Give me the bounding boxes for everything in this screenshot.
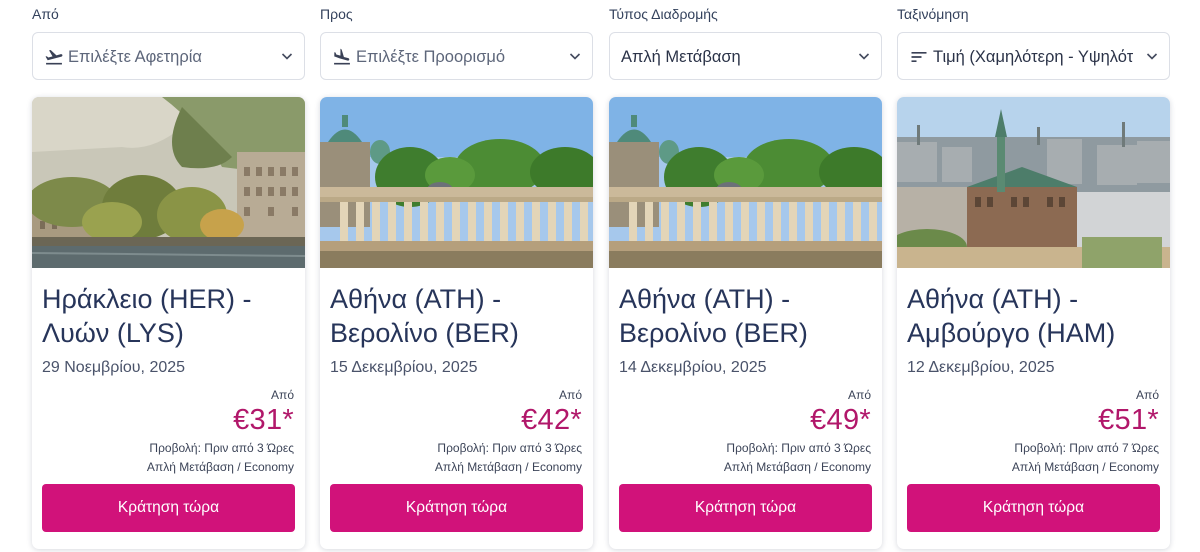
flight-date: 29 Νοεμβρίου, 2025	[42, 359, 186, 376]
route-title: Αθήνα (ATH) - Βερολίνο (BER)	[619, 282, 874, 350]
route-line-1: Ηράκλειο (HER) -	[42, 284, 252, 314]
route-line-2: Βερολίνο (BER)	[330, 318, 519, 348]
trip-info: Απλή Μετάβαση / Economy	[723, 460, 871, 474]
plane-takeoff-icon	[45, 49, 63, 65]
route-line-1: Αθήνα (ATH) -	[619, 284, 791, 314]
route-line-2: Αμβούργο (HAM)	[907, 318, 1116, 348]
origin-label: Από	[32, 6, 59, 22]
origin-select[interactable]: Επιλέξτε Αφετηρία	[32, 32, 305, 80]
route-line-2: Λυών (LYS)	[42, 318, 184, 348]
sort-value: Τιμή (Χαμηλότερη - Υψηλότ	[933, 48, 1133, 66]
plane-landing-icon	[334, 48, 350, 65]
viewed-note: Προβολή: Πριν από 3 Ώρες	[437, 441, 582, 455]
route-title: Αθήνα (ATH) - Αμβούργο (HAM)	[907, 282, 1162, 350]
route-line-1: Αθήνα (ATH) -	[907, 284, 1079, 314]
route-title: Αθήνα (ATH) - Βερολίνο (BER)	[330, 282, 585, 350]
flight-deals-page: Από Επιλέξτε Αφετηρία Προς Επιλέξτε Προο…	[0, 0, 1200, 552]
hamburg-cityscape-image	[897, 97, 1170, 268]
destination-value: Επιλέξτε Προορισμό	[356, 48, 506, 66]
trip-info: Απλή Μετάβαση / Economy	[1011, 460, 1159, 474]
viewed-note: Προβολή: Πριν από 3 Ώρες	[726, 441, 871, 455]
from-label: Από	[1136, 388, 1159, 402]
price: €51*	[1098, 404, 1159, 436]
route-line-1: Αθήνα (ATH) -	[330, 284, 502, 314]
berlin-colonnade-image	[609, 97, 882, 268]
sort-select[interactable]: Τιμή (Χαμηλότερη - Υψηλότ	[897, 32, 1170, 80]
from-label: Από	[559, 388, 582, 402]
flight-date: 14 Δεκεμβρίου, 2025	[619, 359, 767, 376]
chevron-down-icon	[569, 53, 581, 60]
sort-icon	[911, 52, 927, 62]
deal-card[interactable]: Αθήνα (ATH) - Βερολίνο (BER) 15 Δεκεμβρί…	[320, 97, 593, 549]
trip-info: Απλή Μετάβαση / Economy	[146, 460, 294, 474]
book-now-button[interactable]: Κράτηση τώρα	[907, 484, 1160, 532]
trip-info: Απλή Μετάβαση / Economy	[434, 460, 582, 474]
chevron-down-icon	[1146, 53, 1158, 60]
viewed-note: Προβολή: Πριν από 7 Ώρες	[1014, 441, 1159, 455]
chevron-down-icon	[858, 53, 870, 60]
flight-date: 15 Δεκεμβρίου, 2025	[330, 359, 478, 376]
price: €31*	[233, 404, 294, 436]
book-now-button[interactable]: Κράτηση τώρα	[42, 484, 295, 532]
route-line-2: Βερολίνο (BER)	[619, 318, 808, 348]
sort-label: Ταξινόμηση	[897, 6, 969, 22]
trip-type-select[interactable]: Απλή Μετάβαση	[609, 32, 882, 80]
trip-type-value: Απλή Μετάβαση	[621, 48, 741, 66]
book-now-button[interactable]: Κράτηση τώρα	[619, 484, 872, 532]
deal-card[interactable]: Αθήνα (ATH) - Βερολίνο (BER) 14 Δεκεμβρί…	[609, 97, 882, 549]
trip-type-label: Τύπος Διαδρομής	[609, 6, 718, 22]
chevron-down-icon	[281, 53, 293, 60]
price: €49*	[810, 404, 871, 436]
origin-value: Επιλέξτε Αφετηρία	[68, 48, 202, 66]
from-label: Από	[848, 388, 871, 402]
deal-card[interactable]: Ηράκλειο (HER) - Λυών (LYS) 29 Νοεμβρίου…	[32, 97, 305, 549]
price: €42*	[521, 404, 582, 436]
deal-card[interactable]: Αθήνα (ATH) - Αμβούργο (HAM) 12 Δεκεμβρί…	[897, 97, 1170, 549]
flight-date: 12 Δεκεμβρίου, 2025	[907, 359, 1055, 376]
viewed-note: Προβολή: Πριν από 3 Ώρες	[149, 441, 294, 455]
book-now-button[interactable]: Κράτηση τώρα	[330, 484, 583, 532]
destination-label: Προς	[320, 6, 353, 22]
berlin-colonnade-image	[320, 97, 593, 268]
lyon-riverside-image	[32, 97, 305, 268]
route-title: Ηράκλειο (HER) - Λυών (LYS)	[42, 282, 297, 350]
from-label: Από	[271, 388, 294, 402]
destination-select[interactable]: Επιλέξτε Προορισμό	[320, 32, 593, 80]
